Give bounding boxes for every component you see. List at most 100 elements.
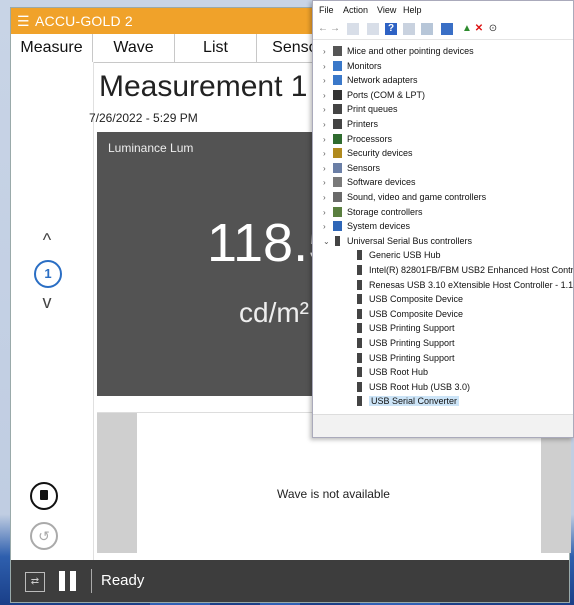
measurement-datetime: 7/26/2022 - 5:29 PM bbox=[89, 111, 198, 125]
device-tree-item[interactable]: USB Serial Converter bbox=[313, 395, 573, 409]
measurement-unit: cd/m² bbox=[239, 297, 309, 328]
chevron-down-icon[interactable]: v bbox=[37, 292, 57, 313]
device-tree-category[interactable]: › Security devices bbox=[313, 147, 573, 161]
monitor-icon[interactable] bbox=[441, 23, 453, 35]
device-tree-category[interactable]: › Ports (COM & LPT) bbox=[313, 89, 573, 103]
device-tree-item[interactable]: USB Composite Device bbox=[313, 293, 573, 307]
device-tree-category[interactable]: › Storage controllers bbox=[313, 206, 573, 220]
chevron-right-icon[interactable]: › bbox=[323, 91, 326, 100]
software-icon bbox=[333, 177, 342, 188]
chevron-right-icon[interactable]: › bbox=[323, 178, 326, 187]
help-icon[interactable]: ? bbox=[385, 23, 397, 35]
cpu-icon bbox=[333, 133, 342, 144]
page-number-indicator[interactable]: 1 bbox=[34, 260, 62, 288]
device-tree-item[interactable]: USB Root Hub bbox=[313, 366, 573, 380]
view-icon[interactable] bbox=[367, 23, 379, 35]
wave-left-bar bbox=[97, 413, 137, 553]
menu-help[interactable]: Help bbox=[403, 5, 422, 15]
chevron-right-icon[interactable]: › bbox=[323, 208, 326, 217]
device-tree-category[interactable]: › Software devices bbox=[313, 176, 573, 190]
menu-action[interactable]: Action bbox=[343, 5, 368, 15]
device-tree-category[interactable]: › Processors bbox=[313, 133, 573, 147]
pause-bar bbox=[70, 571, 76, 591]
delete-icon[interactable] bbox=[30, 482, 58, 510]
download-driver-icon[interactable]: ⊙ bbox=[487, 23, 499, 35]
menu-file[interactable]: File bbox=[319, 5, 334, 15]
device-tree-category[interactable]: › Sensors bbox=[313, 162, 573, 176]
device-tree-category[interactable]: › Monitors bbox=[313, 60, 573, 74]
chevron-up-icon[interactable]: ^ bbox=[37, 230, 57, 251]
device-tree-category[interactable]: › Print queues bbox=[313, 103, 573, 117]
chevron-right-icon[interactable]: › bbox=[323, 120, 326, 129]
trash-glyph bbox=[40, 490, 48, 500]
chevron-right-icon[interactable]: › bbox=[323, 105, 326, 114]
usb-connection-icon[interactable]: ⇄ bbox=[25, 572, 45, 592]
chevron-right-icon[interactable]: › bbox=[323, 47, 326, 56]
measurement-label: Luminance Lum bbox=[108, 141, 194, 155]
device-tree-category[interactable]: › Printers bbox=[313, 118, 573, 132]
device-tree-category[interactable]: › System devices bbox=[313, 220, 573, 234]
device-tree-item[interactable]: USB Root Hub (USB 3.0) bbox=[313, 381, 573, 395]
tab-wave[interactable]: Wave bbox=[93, 34, 175, 62]
chevron-right-icon[interactable]: › bbox=[323, 193, 326, 202]
device-tree-label: System devices bbox=[347, 221, 411, 232]
device-tree-item[interactable]: Generic USB Hub bbox=[313, 249, 573, 263]
device-tree-label: Print queues bbox=[347, 104, 398, 115]
speaker-icon bbox=[333, 192, 342, 202]
device-manager-window: File Action View Help ← → ? ▲ ✕ ⊙ › Mice … bbox=[312, 0, 574, 438]
properties-icon[interactable] bbox=[347, 23, 359, 35]
device-tree-label: Storage controllers bbox=[347, 206, 423, 217]
device-tree-label: USB Root Hub bbox=[369, 367, 429, 378]
usb-icon bbox=[357, 352, 362, 363]
device-tree-label: Mice and other pointing devices bbox=[347, 46, 474, 56]
port-icon bbox=[333, 89, 342, 100]
device-tree-label: Printers bbox=[347, 119, 379, 129]
uninstall-device-icon[interactable]: ✕ bbox=[473, 23, 485, 35]
left-navigation-rail: ^ 1 v ↺ bbox=[11, 62, 94, 567]
storage-icon bbox=[333, 206, 342, 217]
device-tree-item[interactable]: USB Printing Support bbox=[313, 322, 573, 336]
chevron-right-icon[interactable]: › bbox=[323, 222, 326, 231]
device-manager-statusbar bbox=[313, 414, 573, 437]
device-tree-category[interactable]: › Mice and other pointing devices bbox=[313, 45, 573, 59]
device-tree-item[interactable]: USB Printing Support bbox=[313, 352, 573, 366]
device-tree-label: Sound, video and game controllers bbox=[347, 192, 487, 202]
device-tree-category[interactable]: › Sound, video and game controllers bbox=[313, 191, 573, 205]
chevron-right-icon[interactable]: › bbox=[323, 76, 326, 85]
chevron-right-icon[interactable]: › bbox=[323, 164, 326, 173]
device-tree-item[interactable]: Renesas USB 3.10 eXtensible Host Control… bbox=[313, 279, 573, 293]
chevron-right-icon[interactable]: › bbox=[323, 135, 326, 144]
device-tree-label: USB Composite Device bbox=[369, 308, 464, 319]
pause-icon[interactable] bbox=[59, 571, 79, 591]
device-tree-label: Universal Serial Bus controllers bbox=[347, 235, 473, 246]
device-tree-label: Ports (COM & LPT) bbox=[347, 89, 426, 100]
device-manager-menubar: File Action View Help bbox=[313, 1, 573, 19]
usb-icon bbox=[335, 235, 340, 246]
back-icon[interactable]: ← bbox=[317, 23, 329, 35]
device-tree-item[interactable]: Intel(R) 82801FB/FBM USB2 Enhanced Host … bbox=[313, 264, 573, 278]
device-tree-item[interactable]: USB Composite Device bbox=[313, 308, 573, 322]
chevron-down-icon[interactable]: ⌄ bbox=[323, 237, 330, 246]
hamburger-menu-icon[interactable]: ☰ bbox=[17, 8, 30, 34]
tab-measure[interactable]: Measure bbox=[11, 34, 93, 62]
scan-icon[interactable] bbox=[421, 23, 433, 35]
usb-icon bbox=[357, 338, 362, 348]
update-driver-icon[interactable] bbox=[403, 23, 415, 35]
chevron-right-icon[interactable]: › bbox=[323, 149, 326, 158]
monitor-icon bbox=[333, 60, 342, 71]
device-tree-label: Renesas USB 3.10 eXtensible Host Control… bbox=[369, 279, 573, 290]
device-tree-label: USB Printing Support bbox=[369, 338, 455, 348]
forward-icon[interactable]: → bbox=[329, 23, 341, 35]
device-tree-label: USB Root Hub (USB 3.0) bbox=[369, 381, 471, 392]
device-tree-category[interactable]: › Network adapters bbox=[313, 74, 573, 88]
status-separator bbox=[91, 569, 92, 593]
device-tree-category[interactable]: ⌄ Universal Serial Bus controllers bbox=[313, 235, 573, 249]
tab-list[interactable]: List bbox=[175, 34, 257, 62]
measurement-title: Measurement 1 bbox=[99, 70, 308, 103]
undo-icon[interactable]: ↺ bbox=[30, 522, 58, 550]
enable-device-icon[interactable]: ▲ bbox=[461, 23, 473, 35]
device-tree-label: Generic USB Hub bbox=[369, 250, 441, 261]
chevron-right-icon[interactable]: › bbox=[323, 62, 326, 71]
menu-view[interactable]: View bbox=[377, 5, 396, 15]
device-tree-item[interactable]: USB Printing Support bbox=[313, 337, 573, 351]
